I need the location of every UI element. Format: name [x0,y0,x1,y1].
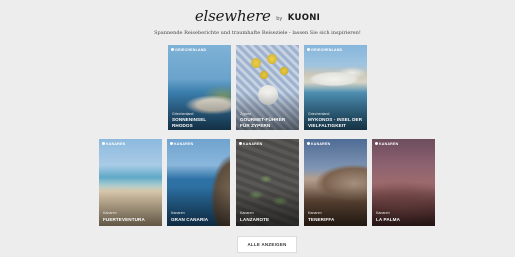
logo-by: by [276,16,283,22]
tile-mykonos[interactable]: GRIECHENLAND Griechenland MYKONOS - INSE… [304,45,367,130]
location-pin-icon [239,142,242,145]
tile-title: LA PALMA [376,217,401,222]
tile-country-tag: KANAREN [102,142,125,147]
tile-gran-canaria[interactable]: KANAREN Kanaren GRAN CANARIA [167,139,230,226]
tile-country-tag: KANAREN [375,142,398,147]
tile-kicker: Kanaren [103,211,117,215]
tile-country-tag: GRIECHENLAND [171,48,206,53]
tile-title: GRAN CANARIA [171,217,209,222]
logo[interactable]: elsewhere by KUONI [0,7,515,28]
tile-rhodos[interactable]: GRIECHENLAND Griechenland SONNENINSEL RH… [168,45,231,130]
location-pin-icon [171,48,174,51]
show-all-button[interactable]: ALLE ANZEIGEN [237,236,297,253]
tile-title: LANZAROTE [240,217,270,222]
tile-kicker: Kanaren [171,211,185,215]
tile-country-tag: KANAREN [170,142,193,147]
tile-teneriffa[interactable]: KANAREN Kanaren TENERIFFA [304,139,367,226]
tile-kicker: Kanaren [376,211,390,215]
tile-kicker: Kanaren [308,211,322,215]
tile-lanzarote[interactable]: KANAREN Kanaren LANZAROTE [236,139,299,226]
tile-kicker: Kanaren [240,211,254,215]
tile-la-palma[interactable]: KANAREN Kanaren LA PALMA [372,139,435,226]
site-header: elsewhere by KUONI Spannende Reiseberich… [0,0,515,40]
logo-script: elsewhere [194,7,271,25]
tile-zypern[interactable]: Zypern GOURMET-FÜHRER FÜR ZYPERN [236,45,299,130]
location-pin-icon [102,142,105,145]
tile-country-tag: GRIECHENLAND [307,48,342,53]
tile-title: TENERIFFA [308,217,335,222]
tile-title: GOURMET-FÜHRER FÜR ZYPERN [240,117,286,128]
tile-country-tag: KANAREN [307,142,330,147]
logo-brand: KUONI [287,13,321,23]
location-pin-icon [307,142,310,145]
tile-country-tag: KANAREN [239,142,262,147]
location-pin-icon [307,48,310,51]
tile-title: SONNENINSEL RHODOS [172,117,207,128]
location-pin-icon [375,142,378,145]
location-pin-icon [170,142,173,145]
tile-title: FUERTEVENTURA [103,217,145,222]
tile-title: MYKONOS - INSEL DER VIELFALTIGKEIT [308,117,363,128]
tile-fuerteventura[interactable]: KANAREN Kanaren FUERTEVENTURA [99,139,162,226]
tagline: Spannende Reiseberichte und traumhafte R… [154,30,361,36]
